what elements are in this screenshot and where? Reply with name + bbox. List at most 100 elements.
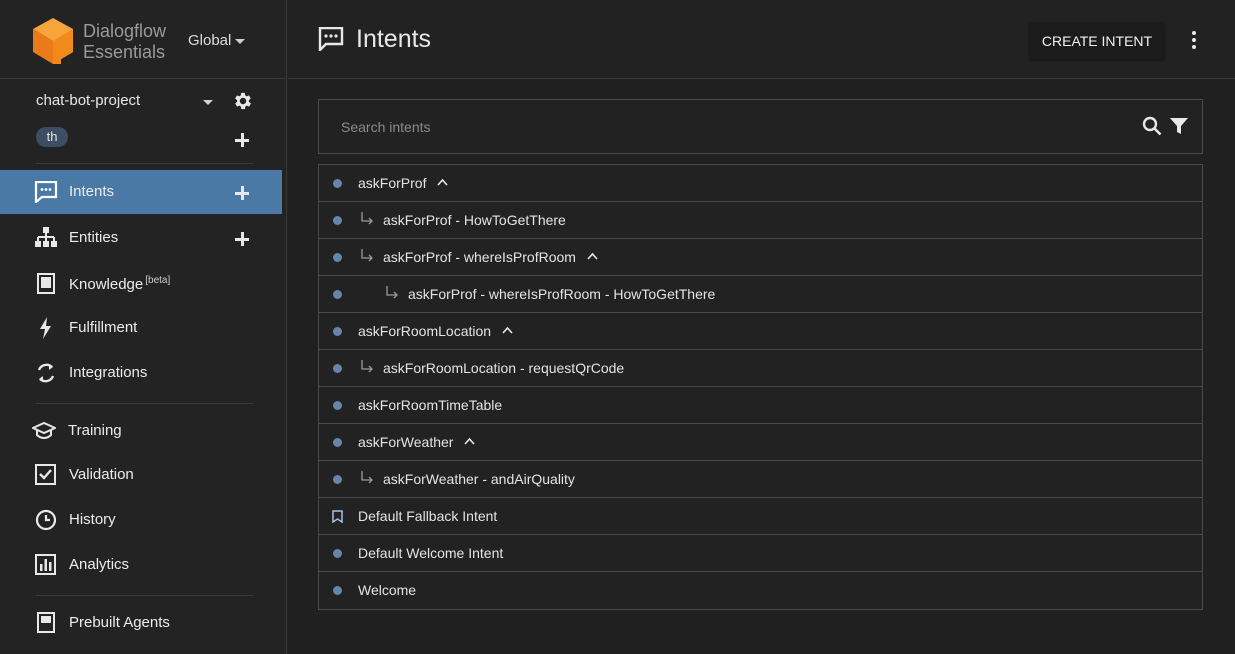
status-dot-icon <box>333 364 342 373</box>
more-vert-icon[interactable] <box>1184 30 1204 50</box>
intent-name[interactable]: askForRoomLocation <box>358 323 491 339</box>
knowledge-icon <box>37 273 55 294</box>
intent-row[interactable]: askForRoomLocation <box>319 313 1202 350</box>
intent-name[interactable]: askForProf - HowToGetThere <box>383 212 566 228</box>
intent-row[interactable]: askForProf - whereIsProfRoom - HowToGetT… <box>319 276 1202 313</box>
add-language-button[interactable] <box>234 132 250 148</box>
sidebar-item-label: Entities <box>69 229 119 246</box>
sidebar-item-integrations[interactable]: Integrations <box>0 351 282 395</box>
entities-icon <box>35 227 57 247</box>
subdirectory-arrow-icon <box>361 471 373 484</box>
chevron-up-icon[interactable] <box>437 178 448 186</box>
chevron-up-icon[interactable] <box>464 437 475 445</box>
sidebar-item-label: Analytics <box>69 556 130 573</box>
product-name-line1: Dialogflow <box>83 21 167 41</box>
sidebar-item-fulfillment[interactable]: Fulfillment <box>0 306 282 350</box>
sidebar-item-validation[interactable]: Validation <box>0 453 282 497</box>
dialogflow-logo-icon[interactable] <box>33 18 73 64</box>
sidebar-item-label: Integrations <box>69 364 148 381</box>
language-chip[interactable]: th <box>36 127 68 147</box>
sidebar: Dialogflow Essentials Global chat-bot-pr… <box>0 0 287 654</box>
region-selector[interactable]: Global <box>188 32 246 49</box>
intent-row[interactable]: askForWeather <box>319 424 1202 461</box>
intents-icon <box>34 181 58 203</box>
knowledge-label: Knowledge <box>69 276 144 293</box>
status-dot-icon <box>333 327 342 336</box>
intent-name[interactable]: askForRoomLocation - requestQrCode <box>383 360 624 376</box>
sidebar-item-label: Fulfillment <box>69 319 138 336</box>
sidebar-item-label: History <box>69 511 116 528</box>
intent-name[interactable]: Default Welcome Intent <box>358 545 503 561</box>
bookmark-icon <box>332 510 343 523</box>
status-dot-icon <box>333 253 342 262</box>
intent-name[interactable]: askForProf <box>358 175 426 191</box>
subdirectory-arrow-icon <box>361 212 373 225</box>
search-input[interactable] <box>341 115 1121 139</box>
intent-row[interactable]: askForRoomTimeTable <box>319 387 1202 424</box>
sidebar-item-history[interactable]: History <box>0 498 282 542</box>
sidebar-item-label: Prebuilt Agents <box>69 614 170 631</box>
sidebar-item-analytics[interactable]: Analytics <box>0 543 282 587</box>
intent-row[interactable]: askForProf <box>319 165 1202 202</box>
search-icon[interactable] <box>1142 116 1162 136</box>
brand-header: Dialogflow Essentials Global <box>0 0 287 79</box>
status-dot-icon <box>333 438 342 447</box>
sidebar-item-label: Validation <box>69 466 134 483</box>
chevron-up-icon[interactable] <box>587 252 598 260</box>
graduation-cap-icon <box>32 421 56 440</box>
sidebar-item-prebuilt-agents[interactable]: Prebuilt Agents <box>0 601 282 645</box>
sidebar-item-intents[interactable]: Intents <box>0 170 282 214</box>
project-name[interactable]: chat-bot-project <box>36 92 140 109</box>
intents-icon <box>318 27 344 51</box>
region-label: Global <box>188 32 232 49</box>
intent-row[interactable]: askForProf - whereIsProfRoom <box>319 239 1202 276</box>
status-dot-icon <box>333 290 342 299</box>
project-dropdown-icon[interactable] <box>203 100 213 105</box>
intent-row[interactable]: askForProf - HowToGetThere <box>319 202 1202 239</box>
intent-row[interactable]: Default Welcome Intent <box>319 535 1202 572</box>
intent-name[interactable]: askForProf - whereIsProfRoom - HowToGetT… <box>408 286 715 302</box>
add-intent-button[interactable] <box>234 185 250 201</box>
intent-name[interactable]: askForProf - whereIsProfRoom <box>383 249 576 265</box>
gear-icon[interactable] <box>232 90 254 112</box>
integrations-icon <box>37 363 55 383</box>
intent-name[interactable]: Default Fallback Intent <box>358 508 497 524</box>
sidebar-item-label: Training <box>68 422 122 439</box>
status-dot-icon <box>333 401 342 410</box>
search-bar <box>318 99 1203 154</box>
divider <box>36 403 254 404</box>
intent-list: askForProf askForProf - HowToGetThere askF… <box>318 164 1203 610</box>
intent-name[interactable]: askForWeather - andAirQuality <box>383 471 575 487</box>
status-dot-icon <box>333 216 342 225</box>
status-dot-icon <box>333 179 342 188</box>
create-intent-button[interactable]: CREATE INTENT <box>1030 23 1164 59</box>
subdirectory-arrow-icon <box>386 286 398 299</box>
lightning-bolt-icon <box>40 317 51 339</box>
filter-icon[interactable] <box>1170 117 1188 135</box>
chevron-up-icon[interactable] <box>502 326 513 334</box>
intent-name[interactable]: askForRoomTimeTable <box>358 397 502 413</box>
intent-row[interactable]: Default Fallback Intent <box>319 498 1202 535</box>
status-dot-icon <box>333 475 342 484</box>
subdirectory-arrow-icon <box>361 360 373 373</box>
divider <box>36 595 254 596</box>
sidebar-item-training[interactable]: Training <box>0 409 282 453</box>
intent-row[interactable]: askForRoomLocation - requestQrCode <box>319 350 1202 387</box>
sidebar-item-entities[interactable]: Entities <box>0 216 282 260</box>
intent-name[interactable]: Welcome <box>358 582 416 598</box>
divider <box>36 163 254 164</box>
subdirectory-arrow-icon <box>361 249 373 262</box>
sidebar-item-label: Intents <box>69 183 115 200</box>
intent-row[interactable]: askForWeather - andAirQuality <box>319 461 1202 498</box>
add-entity-button[interactable] <box>234 231 250 247</box>
clock-icon <box>35 509 57 531</box>
product-name: Dialogflow Essentials <box>83 21 166 63</box>
intent-row[interactable]: Welcome <box>319 572 1202 609</box>
book-icon <box>37 612 55 633</box>
product-name-line2: Essentials <box>83 42 166 62</box>
sidebar-item-knowledge[interactable]: Knowledge [beta] <box>0 262 282 306</box>
sidebar-item-label: Knowledge [beta] <box>69 275 170 293</box>
checkbox-icon <box>35 464 56 485</box>
intent-name[interactable]: askForWeather <box>358 434 453 450</box>
bar-chart-icon <box>35 554 56 575</box>
